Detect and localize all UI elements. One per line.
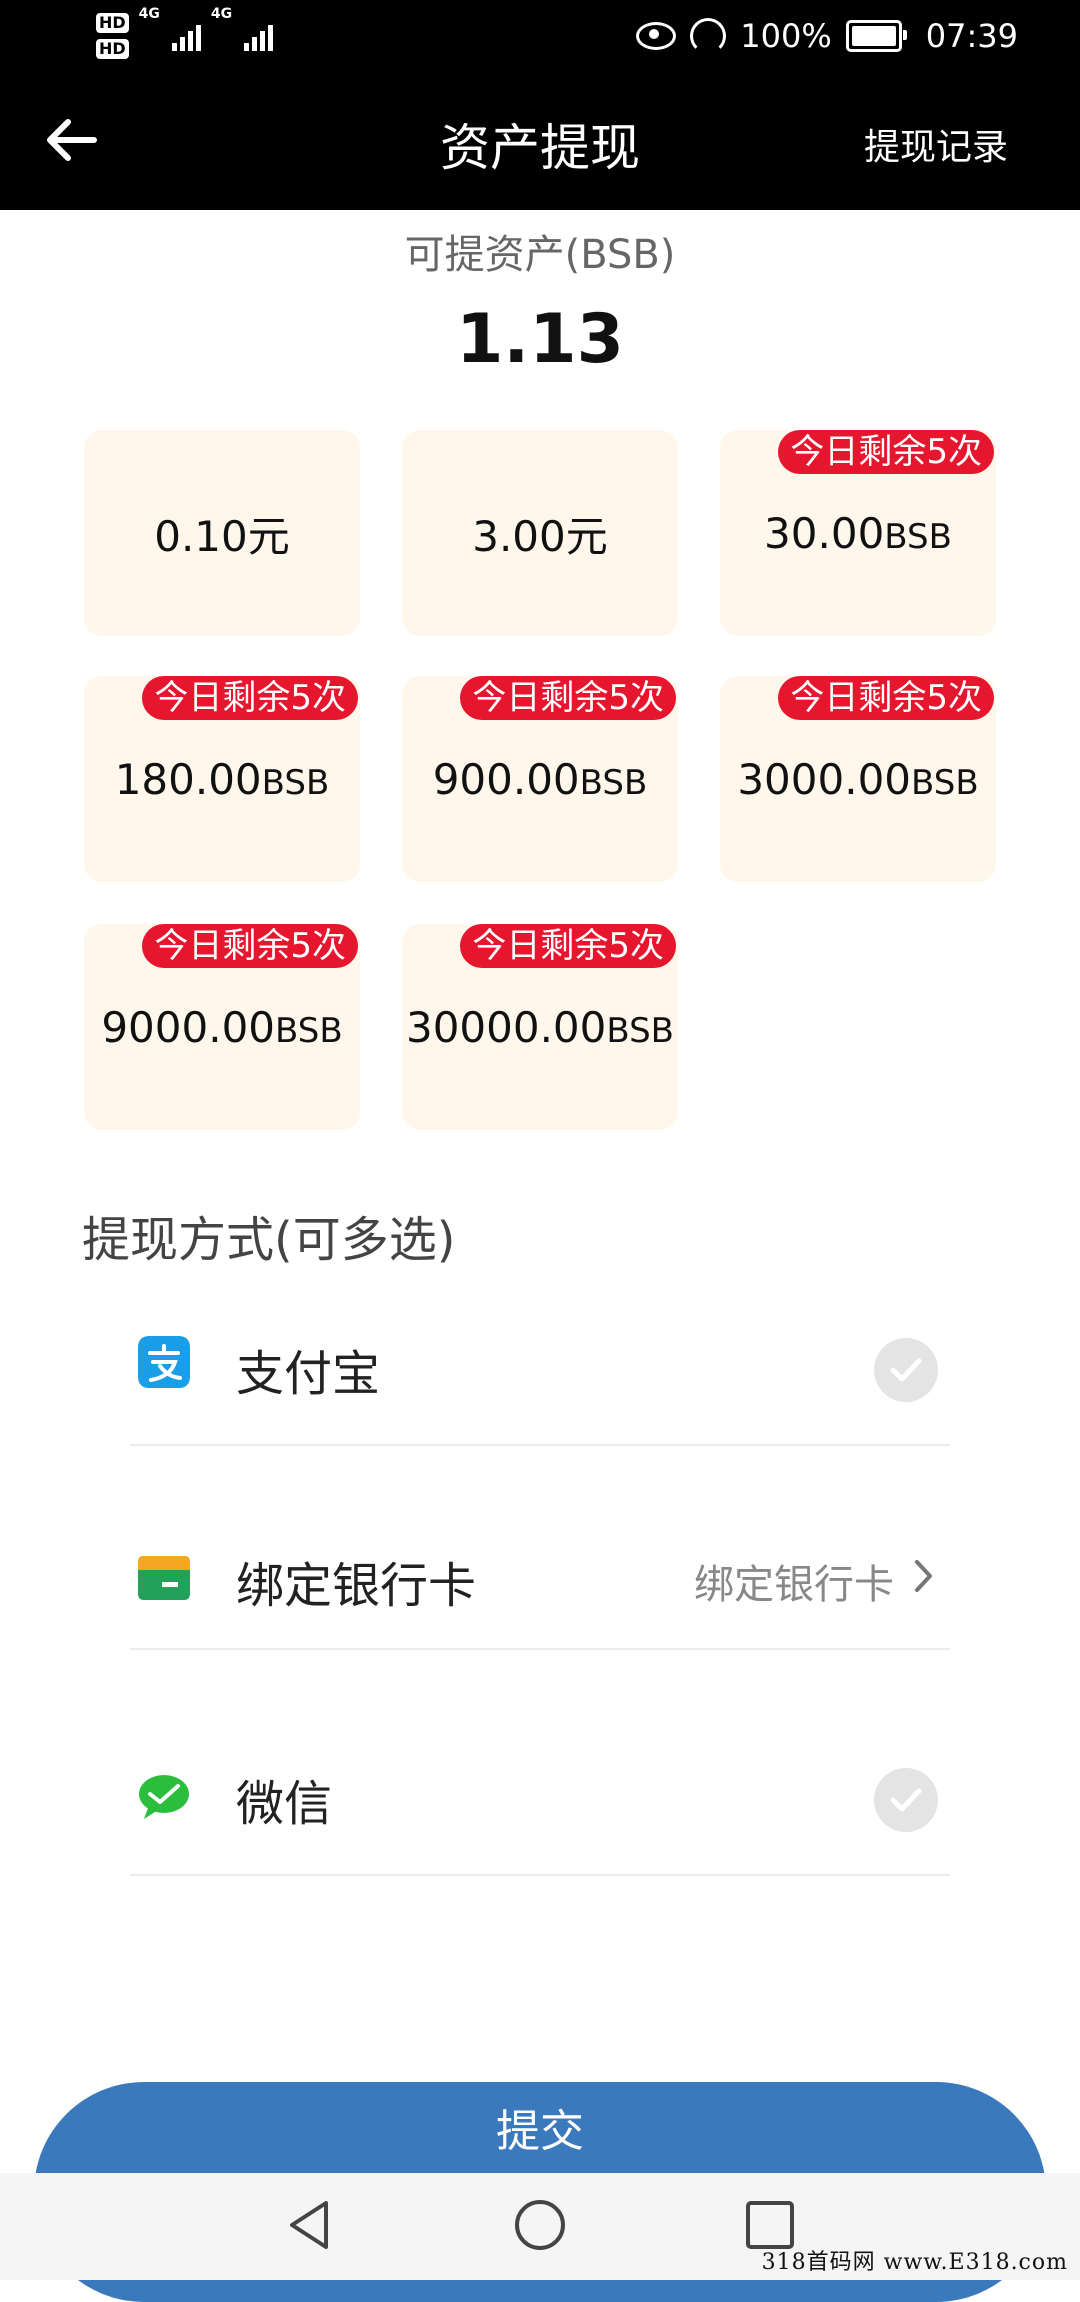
amount-option[interactable]: 今日剩余5次 180.00BSB: [84, 676, 360, 882]
withdraw-record-link[interactable]: 提现记录: [864, 118, 1008, 170]
method-alipay[interactable]: 支付宝: [130, 1300, 950, 1446]
amount-option[interactable]: 3.00元: [402, 430, 678, 636]
clock: 07:39: [925, 17, 1018, 55]
amount-value: 3.00: [472, 511, 566, 561]
amount-option[interactable]: 0.10元: [84, 430, 360, 636]
remaining-badge: 今日剩余5次: [460, 676, 676, 720]
amount-option[interactable]: 今日剩余5次 9000.00BSB: [84, 924, 360, 1130]
amount-unit: BSB: [884, 516, 952, 557]
chevron-right-icon: [915, 1560, 932, 1592]
hd-badge-2: HD: [96, 39, 129, 59]
hd-badge-1: HD: [96, 13, 129, 33]
home-circle-icon[interactable]: [512, 2197, 568, 2253]
check-icon[interactable]: [874, 1768, 938, 1832]
method-wechat[interactable]: 微信: [130, 1730, 950, 1876]
check-icon[interactable]: [874, 1338, 938, 1402]
alipay-icon: [138, 1336, 190, 1388]
bank-card-icon: [138, 1556, 190, 1600]
remaining-badge: 今日剩余5次: [778, 430, 994, 474]
signal-icon: [244, 21, 274, 51]
remaining-badge: 今日剩余5次: [142, 676, 358, 720]
method-label: 支付宝: [236, 1346, 381, 1402]
speed-icon: [690, 18, 727, 54]
wechat-icon: [139, 1775, 189, 1819]
amount-value: 3000.00: [737, 754, 912, 804]
signal-group: HD HD 4G 4G: [96, 6, 274, 66]
amount-value: 180.00: [114, 754, 262, 804]
amount-value: 9000.00: [101, 1002, 276, 1052]
remaining-badge: 今日剩余5次: [142, 924, 358, 968]
back-triangle-icon[interactable]: [282, 2197, 338, 2253]
amount-unit: BSB: [911, 762, 979, 803]
method-label: 微信: [236, 1776, 333, 1832]
eye-icon: [636, 22, 677, 50]
amount-option[interactable]: 今日剩余5次 900.00BSB: [402, 676, 678, 882]
remaining-badge: 今日剩余5次: [460, 924, 676, 968]
amount-value: 0.10: [154, 511, 248, 561]
amount-value: 30.00: [764, 508, 885, 558]
title-bar: 资产提现 提现记录: [0, 72, 1080, 210]
battery-percent: 100%: [740, 17, 832, 55]
network-type-2: 4G: [210, 6, 233, 22]
system-nav-bar: 318首码网 www.E318.com: [0, 2173, 1080, 2280]
method-section-title: 提现方式(可多选): [82, 1212, 456, 1268]
bank-card-status: 绑定银行卡: [694, 1562, 894, 1608]
amount-unit: BSB: [606, 1010, 675, 1051]
battery-icon: [845, 20, 907, 52]
amount-option[interactable]: 今日剩余5次 30.00BSB: [720, 430, 996, 636]
amount-unit: 元: [565, 511, 608, 561]
status-bar: HD HD 4G 4G 100% 07:39: [0, 0, 1080, 72]
amount-unit: BSB: [261, 762, 330, 803]
amount-unit: 元: [247, 511, 290, 561]
amount-value: 900.00: [432, 754, 580, 804]
amount-option[interactable]: 今日剩余5次 3000.00BSB: [720, 676, 996, 882]
asset-label: 可提资产(BSB): [404, 232, 676, 278]
signal-icon: [171, 21, 201, 51]
amount-option[interactable]: 今日剩余5次 30000.00BSB: [402, 924, 678, 1130]
watermark-text: 318首码网 www.E318.com: [761, 2250, 1068, 2275]
method-label: 绑定银行卡: [236, 1558, 477, 1614]
asset-value: 1.13: [456, 300, 624, 379]
network-type-1: 4G: [138, 6, 160, 22]
amount-value: 30000.00: [405, 1002, 607, 1052]
amount-unit: BSB: [275, 1010, 343, 1051]
remaining-badge: 今日剩余5次: [778, 676, 994, 720]
amount-unit: BSB: [579, 762, 648, 803]
method-bank-card[interactable]: 绑定银行卡 绑定银行卡: [130, 1508, 950, 1650]
